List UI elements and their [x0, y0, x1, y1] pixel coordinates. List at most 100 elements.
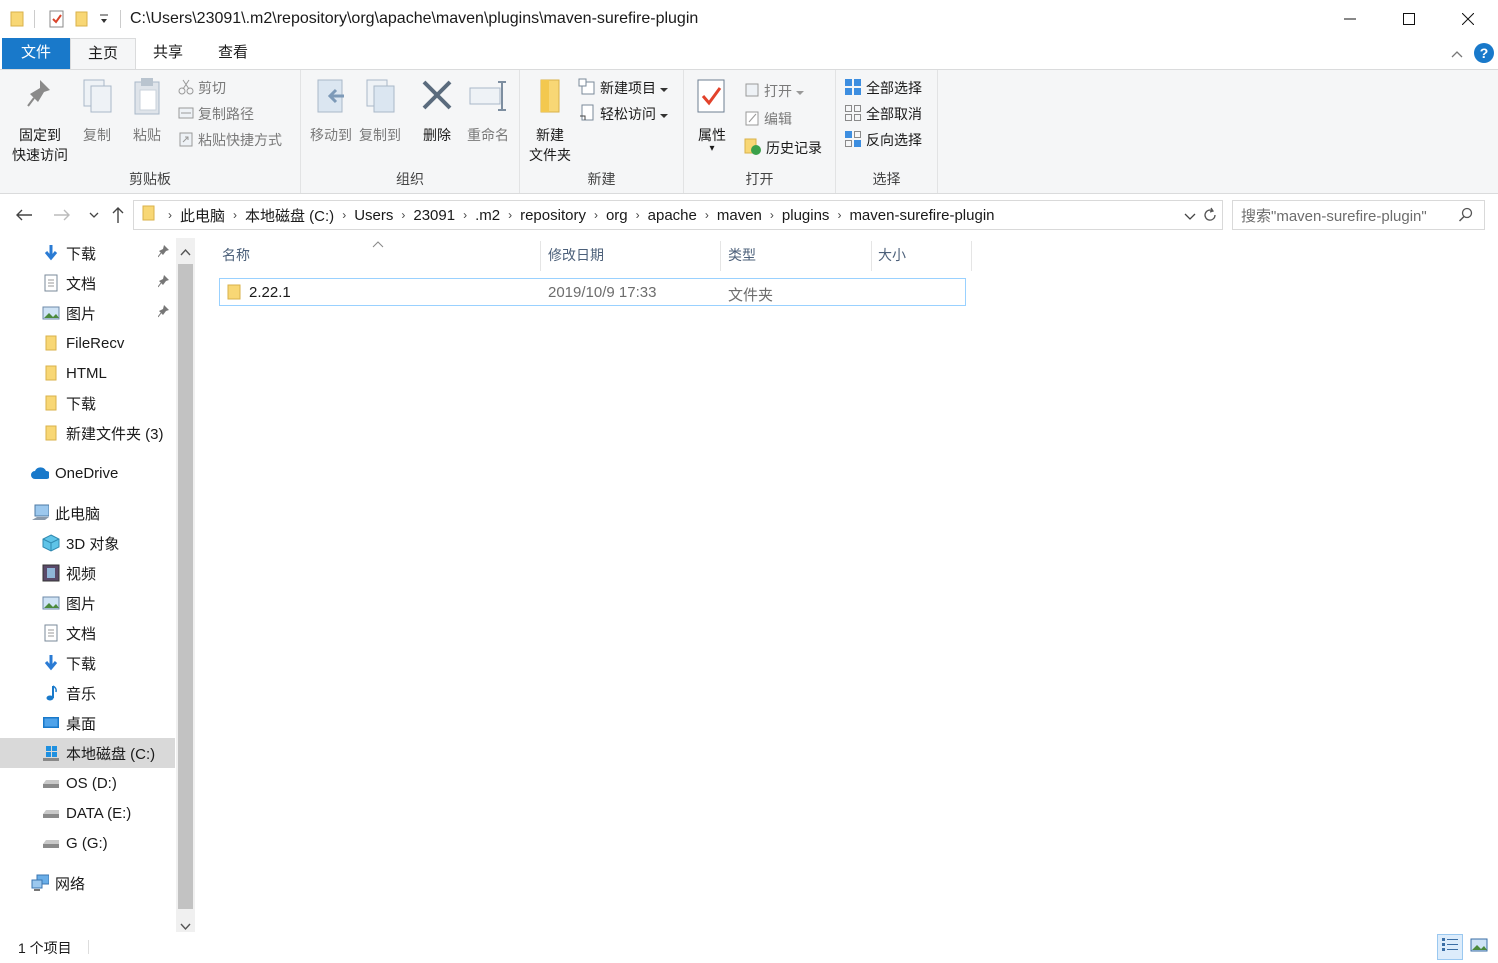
file-modified: 2019/10/9 17:33: [548, 284, 657, 301]
select-none-button[interactable]: 全部取消: [844, 103, 922, 125]
details-view-button[interactable]: [1437, 934, 1463, 960]
network-icon: [31, 874, 49, 892]
pin-icon[interactable]: [157, 274, 170, 292]
edit-button[interactable]: 编辑: [744, 108, 792, 130]
nav-item-pictures-quick[interactable]: 图片: [0, 298, 175, 328]
collapse-ribbon-icon[interactable]: [1450, 46, 1464, 63]
column-header-modified[interactable]: 修改日期: [542, 241, 721, 271]
properties-button[interactable]: 属性 ▾: [692, 76, 732, 154]
nav-item-videos[interactable]: 视频: [0, 558, 175, 588]
address-bar[interactable]: › 此电脑 › 本地磁盘 (C:) › Users › 23091 › .m2 …: [133, 200, 1223, 230]
tab-share[interactable]: 共享: [138, 38, 198, 69]
nav-item-desktop[interactable]: 桌面: [0, 708, 175, 738]
recent-locations-button[interactable]: [82, 204, 106, 226]
rename-button[interactable]: 重命名: [463, 76, 513, 145]
paste-shortcut-label: 粘贴快捷方式: [198, 132, 282, 148]
select-all-button[interactable]: 全部选择: [844, 77, 922, 99]
clipboard-group-label: 剪贴板: [129, 171, 171, 187]
pin-icon[interactable]: [157, 244, 170, 262]
cut-button[interactable]: 剪切: [178, 77, 226, 99]
breadcrumb-local-disk[interactable]: 本地磁盘 (C:): [237, 205, 342, 226]
large-icons-view-button[interactable]: [1466, 934, 1492, 960]
address-dropdown-icon[interactable]: [1184, 209, 1196, 226]
scroll-up-icon[interactable]: [180, 243, 191, 260]
nav-item-g[interactable]: G (G:): [0, 828, 175, 858]
customize-qa-icon[interactable]: [98, 12, 110, 32]
move-to-label: 移动到: [310, 127, 352, 143]
easy-access-button[interactable]: 轻松访问: [578, 103, 668, 125]
search-icon[interactable]: [1458, 207, 1474, 227]
forward-button[interactable]: [50, 204, 74, 226]
breadcrumb-users[interactable]: Users: [346, 207, 401, 224]
nav-item-this-pc[interactable]: 此电脑: [0, 498, 175, 528]
folder-icon: [42, 424, 60, 442]
minimize-button[interactable]: [1320, 0, 1379, 38]
nav-item-network[interactable]: 网络: [0, 868, 175, 898]
breadcrumb-this-pc[interactable]: 此电脑: [172, 205, 233, 226]
delete-button[interactable]: 删除: [415, 76, 459, 145]
copy-path-button[interactable]: 复制路径: [178, 103, 254, 125]
scroll-down-icon[interactable]: [180, 918, 191, 935]
breadcrumb-apache[interactable]: apache: [640, 207, 705, 224]
nav-item-3d-objects[interactable]: 3D 对象: [0, 528, 175, 558]
up-button[interactable]: [106, 204, 130, 226]
column-header-size[interactable]: 大小: [872, 241, 972, 271]
tab-view[interactable]: 查看: [202, 38, 264, 69]
paste-shortcut-button[interactable]: 粘贴快捷方式: [178, 129, 282, 151]
nav-item-downloads[interactable]: 下载: [0, 648, 175, 678]
open-button[interactable]: 打开: [744, 80, 804, 102]
breadcrumb-maven[interactable]: maven: [709, 207, 770, 224]
help-icon[interactable]: ?: [1474, 43, 1494, 63]
breadcrumb-repository[interactable]: repository: [512, 207, 594, 224]
easy-access-icon: [578, 104, 596, 125]
move-to-button[interactable]: 移动到: [305, 76, 357, 145]
properties-quick-icon[interactable]: [48, 9, 66, 29]
breadcrumb-m2[interactable]: .m2: [467, 207, 508, 224]
pin-quick-access-button[interactable]: 固定到 快速访问: [8, 76, 72, 165]
table-row[interactable]: 2.22.1 2019/10/9 17:33 文件夹: [219, 278, 966, 306]
new-folder-quick-icon[interactable]: [74, 9, 90, 29]
nav-item-pictures[interactable]: 图片: [0, 588, 175, 618]
select-group-label: 选择: [872, 171, 901, 187]
breadcrumb-org[interactable]: org: [598, 207, 636, 224]
paste-button[interactable]: 粘贴: [126, 76, 168, 145]
history-button[interactable]: 历史记录: [744, 137, 822, 159]
column-header-type[interactable]: 类型: [722, 241, 872, 271]
copy-to-button[interactable]: 复制到: [357, 76, 403, 145]
copy-button[interactable]: 复制: [76, 76, 118, 145]
tab-home[interactable]: 主页: [70, 38, 136, 69]
nav-item-downloads-quick[interactable]: 下载: [0, 238, 175, 268]
nav-item-new-folder-3[interactable]: 新建文件夹 (3): [0, 418, 175, 448]
back-button[interactable]: [12, 204, 36, 226]
tab-file[interactable]: 文件: [2, 38, 70, 69]
new-folder-button[interactable]: 新建 文件夹: [524, 76, 576, 165]
nav-item-html[interactable]: HTML: [0, 358, 175, 388]
nav-item-os-d[interactable]: OS (D:): [0, 768, 175, 798]
nav-item-local-disk-c[interactable]: 本地磁盘 (C:): [0, 738, 175, 768]
nav-scrollbar[interactable]: [176, 238, 195, 932]
nav-item-label: FileRecv: [66, 334, 125, 352]
nav-item-music[interactable]: 音乐: [0, 678, 175, 708]
breadcrumb-current[interactable]: maven-surefire-plugin: [841, 207, 1002, 224]
close-button[interactable]: [1438, 0, 1497, 38]
pin-icon[interactable]: [157, 304, 170, 322]
nav-item-label: 本地磁盘 (C:): [66, 745, 156, 763]
nav-item-onedrive[interactable]: OneDrive: [0, 458, 175, 488]
nav-item-documents-quick[interactable]: 文档: [0, 268, 175, 298]
search-input[interactable]: 搜索"maven-surefire-plugin": [1232, 200, 1485, 230]
nav-item-documents[interactable]: 文档: [0, 618, 175, 648]
new-item-button[interactable]: 新建项目: [578, 77, 668, 99]
nav-item-downloads-folder[interactable]: 下载: [0, 388, 175, 418]
refresh-icon[interactable]: [1202, 207, 1218, 227]
breadcrumb-user[interactable]: 23091: [405, 207, 463, 224]
nav-item-filerecv[interactable]: FileRecv: [0, 328, 175, 358]
open-icon: [744, 82, 760, 101]
invert-selection-button[interactable]: 反向选择: [844, 129, 922, 151]
maximize-button[interactable]: [1379, 0, 1438, 38]
nav-item-data-e[interactable]: DATA (E:): [0, 798, 175, 828]
picture-icon: [42, 304, 60, 322]
nav-item-label: 下载: [66, 245, 97, 263]
breadcrumb-plugins[interactable]: plugins: [774, 207, 838, 224]
column-header-name[interactable]: 名称: [216, 241, 541, 271]
scrollbar-thumb[interactable]: [178, 264, 193, 909]
